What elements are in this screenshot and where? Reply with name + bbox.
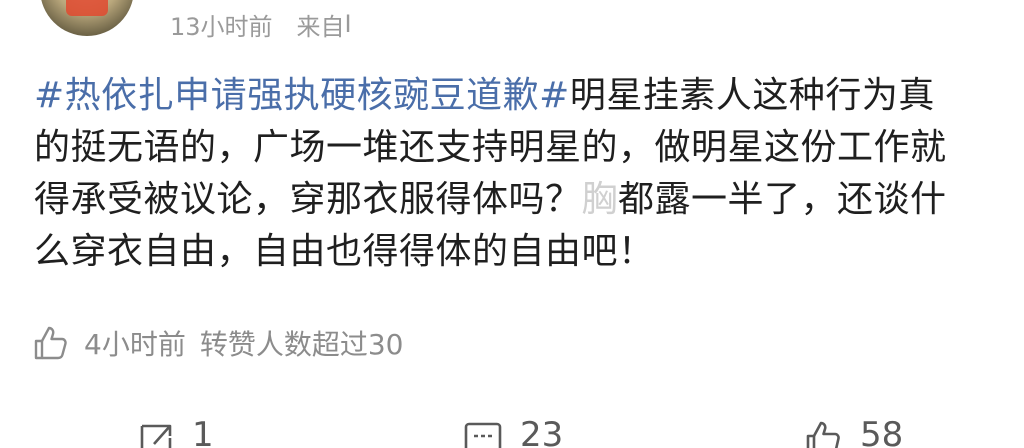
like-info-row: 4小时前 转赞人数超过30: [30, 320, 403, 366]
avatar[interactable]: [40, 0, 134, 36]
post-time: 13小时前: [170, 12, 273, 41]
post-body: #热依扎申请强执硬核豌豆道歉#明星挂素人这种行为真 的挺无语的，广场一堆还支持明…: [34, 70, 994, 278]
post-text-3b: 都露一半了，还谈什: [618, 179, 947, 220]
thumb-up-outline-icon: [34, 326, 67, 360]
comment-count: 23: [520, 415, 564, 448]
post-source-name[interactable]: I: [345, 10, 352, 38]
post-line-1: #热依扎申请强执硬核豌豆道歉#明星挂素人这种行为真: [34, 70, 994, 122]
avatar-badge: [66, 0, 108, 16]
blurred-word: 胸: [581, 179, 619, 220]
repost-button[interactable]: 1: [134, 414, 214, 448]
post-line-2: 的挺无语的，广场一堆还支持明星的，做明星这份工作就: [34, 127, 947, 168]
like-time: 4小时前: [84, 328, 186, 361]
hashtag-link[interactable]: #热依扎申请强执硬核豌豆道歉#: [34, 75, 570, 116]
like-icon: [806, 421, 840, 448]
repost-count: 1: [192, 415, 214, 448]
action-bar: 1 23 58: [0, 414, 1024, 448]
post-text-1: 明星挂素人这种行为真: [569, 75, 935, 116]
post-line-3: 得承受被议论，穿那衣服得体吗？胸都露一半了，还谈什: [34, 174, 994, 226]
post-source-prefix: 来自: [296, 12, 345, 41]
post-line-4: 么穿衣自由，自由也得得体的自由吧！: [34, 231, 655, 272]
like-count: 58: [860, 415, 904, 448]
repost-icon: [140, 424, 172, 448]
post-meta: 13小时前 来自 I: [170, 4, 352, 44]
like-button[interactable]: 58: [802, 414, 903, 448]
post-text-3a: 得承受被议论，穿那衣服得体吗？: [34, 179, 582, 220]
comment-icon: [464, 422, 502, 448]
comment-button[interactable]: 23: [462, 414, 563, 448]
like-summary: 转赞人数超过30: [199, 328, 404, 361]
